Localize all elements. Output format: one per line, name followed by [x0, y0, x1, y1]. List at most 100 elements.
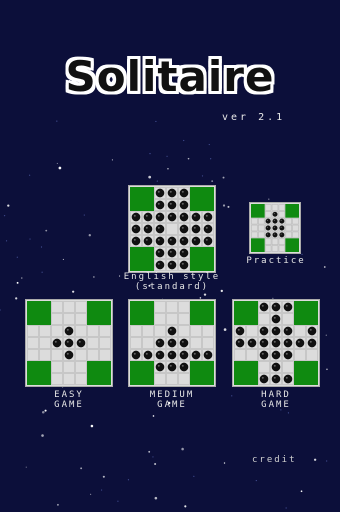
board-hole [271, 238, 279, 245]
peg [235, 338, 245, 348]
medium-game-label[interactable]: MEDIUM GAME [122, 390, 222, 410]
star [152, 415, 155, 417]
peg [64, 338, 74, 348]
hard-game-board-grid [234, 301, 318, 385]
peg-highlight [261, 340, 264, 343]
peg [272, 218, 278, 224]
star [15, 297, 18, 300]
board-hole [51, 373, 63, 385]
star [223, 328, 227, 331]
hard-game-label[interactable]: HARD GAME [232, 390, 320, 410]
easy-game-board-button[interactable] [25, 299, 113, 387]
board-hole [202, 325, 214, 337]
star [0, 309, 1, 311]
app-title: Solitaire [65, 52, 275, 101]
star [57, 503, 59, 506]
peg [179, 236, 189, 246]
peg [131, 350, 141, 360]
peg [307, 338, 317, 348]
english-style-label[interactable]: English style (standard) [108, 272, 236, 292]
star [167, 167, 169, 170]
board-corner [190, 301, 214, 325]
peg [155, 224, 165, 234]
peg-highlight [273, 304, 276, 307]
board-hole [75, 325, 87, 337]
board-hole [246, 349, 258, 361]
board-hole [87, 337, 99, 349]
peg [155, 338, 165, 348]
board-corner [87, 301, 111, 325]
peg-highlight [181, 226, 184, 229]
board-hole [278, 238, 286, 245]
peg [143, 350, 153, 360]
board-corner [190, 247, 214, 271]
peg [167, 248, 177, 258]
peg-highlight [145, 214, 148, 217]
practice-label[interactable]: Practice [234, 256, 318, 266]
star [208, 143, 210, 146]
peg-highlight [181, 262, 184, 265]
board-hole [234, 349, 246, 361]
peg-highlight [261, 352, 264, 355]
star [83, 214, 85, 216]
board-corner [87, 361, 111, 385]
star [222, 176, 225, 179]
peg-highlight [181, 364, 184, 367]
star [102, 475, 105, 478]
peg [167, 326, 177, 336]
hard-game-board-button[interactable] [232, 299, 320, 387]
peg [155, 200, 165, 210]
peg-highlight [266, 219, 269, 222]
star [88, 234, 91, 237]
star [127, 479, 130, 481]
peg [247, 338, 257, 348]
peg [265, 225, 271, 231]
peg [271, 302, 281, 312]
star [3, 215, 6, 217]
board-corner [285, 238, 299, 252]
easy-game-label-line2: GAME [54, 400, 84, 410]
peg-highlight [285, 304, 288, 307]
peg-highlight [297, 340, 300, 343]
easy-game-label[interactable]: EASY GAME [25, 390, 113, 410]
peg-highlight [66, 340, 69, 343]
peg-highlight [157, 340, 160, 343]
peg-highlight [237, 340, 240, 343]
board-hole [258, 217, 265, 225]
board-corner [294, 301, 318, 325]
peg [279, 225, 285, 231]
star [45, 229, 48, 232]
board-corner [285, 204, 299, 218]
peg [167, 260, 177, 270]
board-corner [251, 204, 265, 218]
board-hole [178, 373, 190, 385]
star [222, 204, 226, 207]
board-hole [166, 313, 178, 325]
peg [155, 212, 165, 222]
board-hole [292, 231, 299, 239]
peg-highlight [273, 352, 276, 355]
star [16, 256, 18, 258]
star [90, 493, 92, 495]
peg [167, 362, 177, 372]
peg [76, 338, 86, 348]
credit-link[interactable]: credit [252, 455, 297, 465]
board-corner [130, 187, 154, 211]
peg-highlight [169, 250, 172, 253]
peg-highlight [169, 262, 172, 265]
peg-highlight [285, 376, 288, 379]
board-corner [190, 361, 214, 385]
practice-board-button[interactable] [249, 202, 301, 254]
peg-highlight [181, 250, 184, 253]
peg-highlight [157, 364, 160, 367]
board-hole [292, 224, 299, 232]
board-hole [282, 361, 294, 373]
english-style-board-button[interactable] [128, 185, 216, 273]
board-hole [278, 211, 286, 218]
board-hole [166, 301, 178, 313]
peg [272, 232, 278, 238]
medium-game-board-button[interactable] [128, 299, 216, 387]
star [181, 447, 184, 451]
star [100, 489, 103, 491]
practice-board-grid [251, 204, 299, 252]
